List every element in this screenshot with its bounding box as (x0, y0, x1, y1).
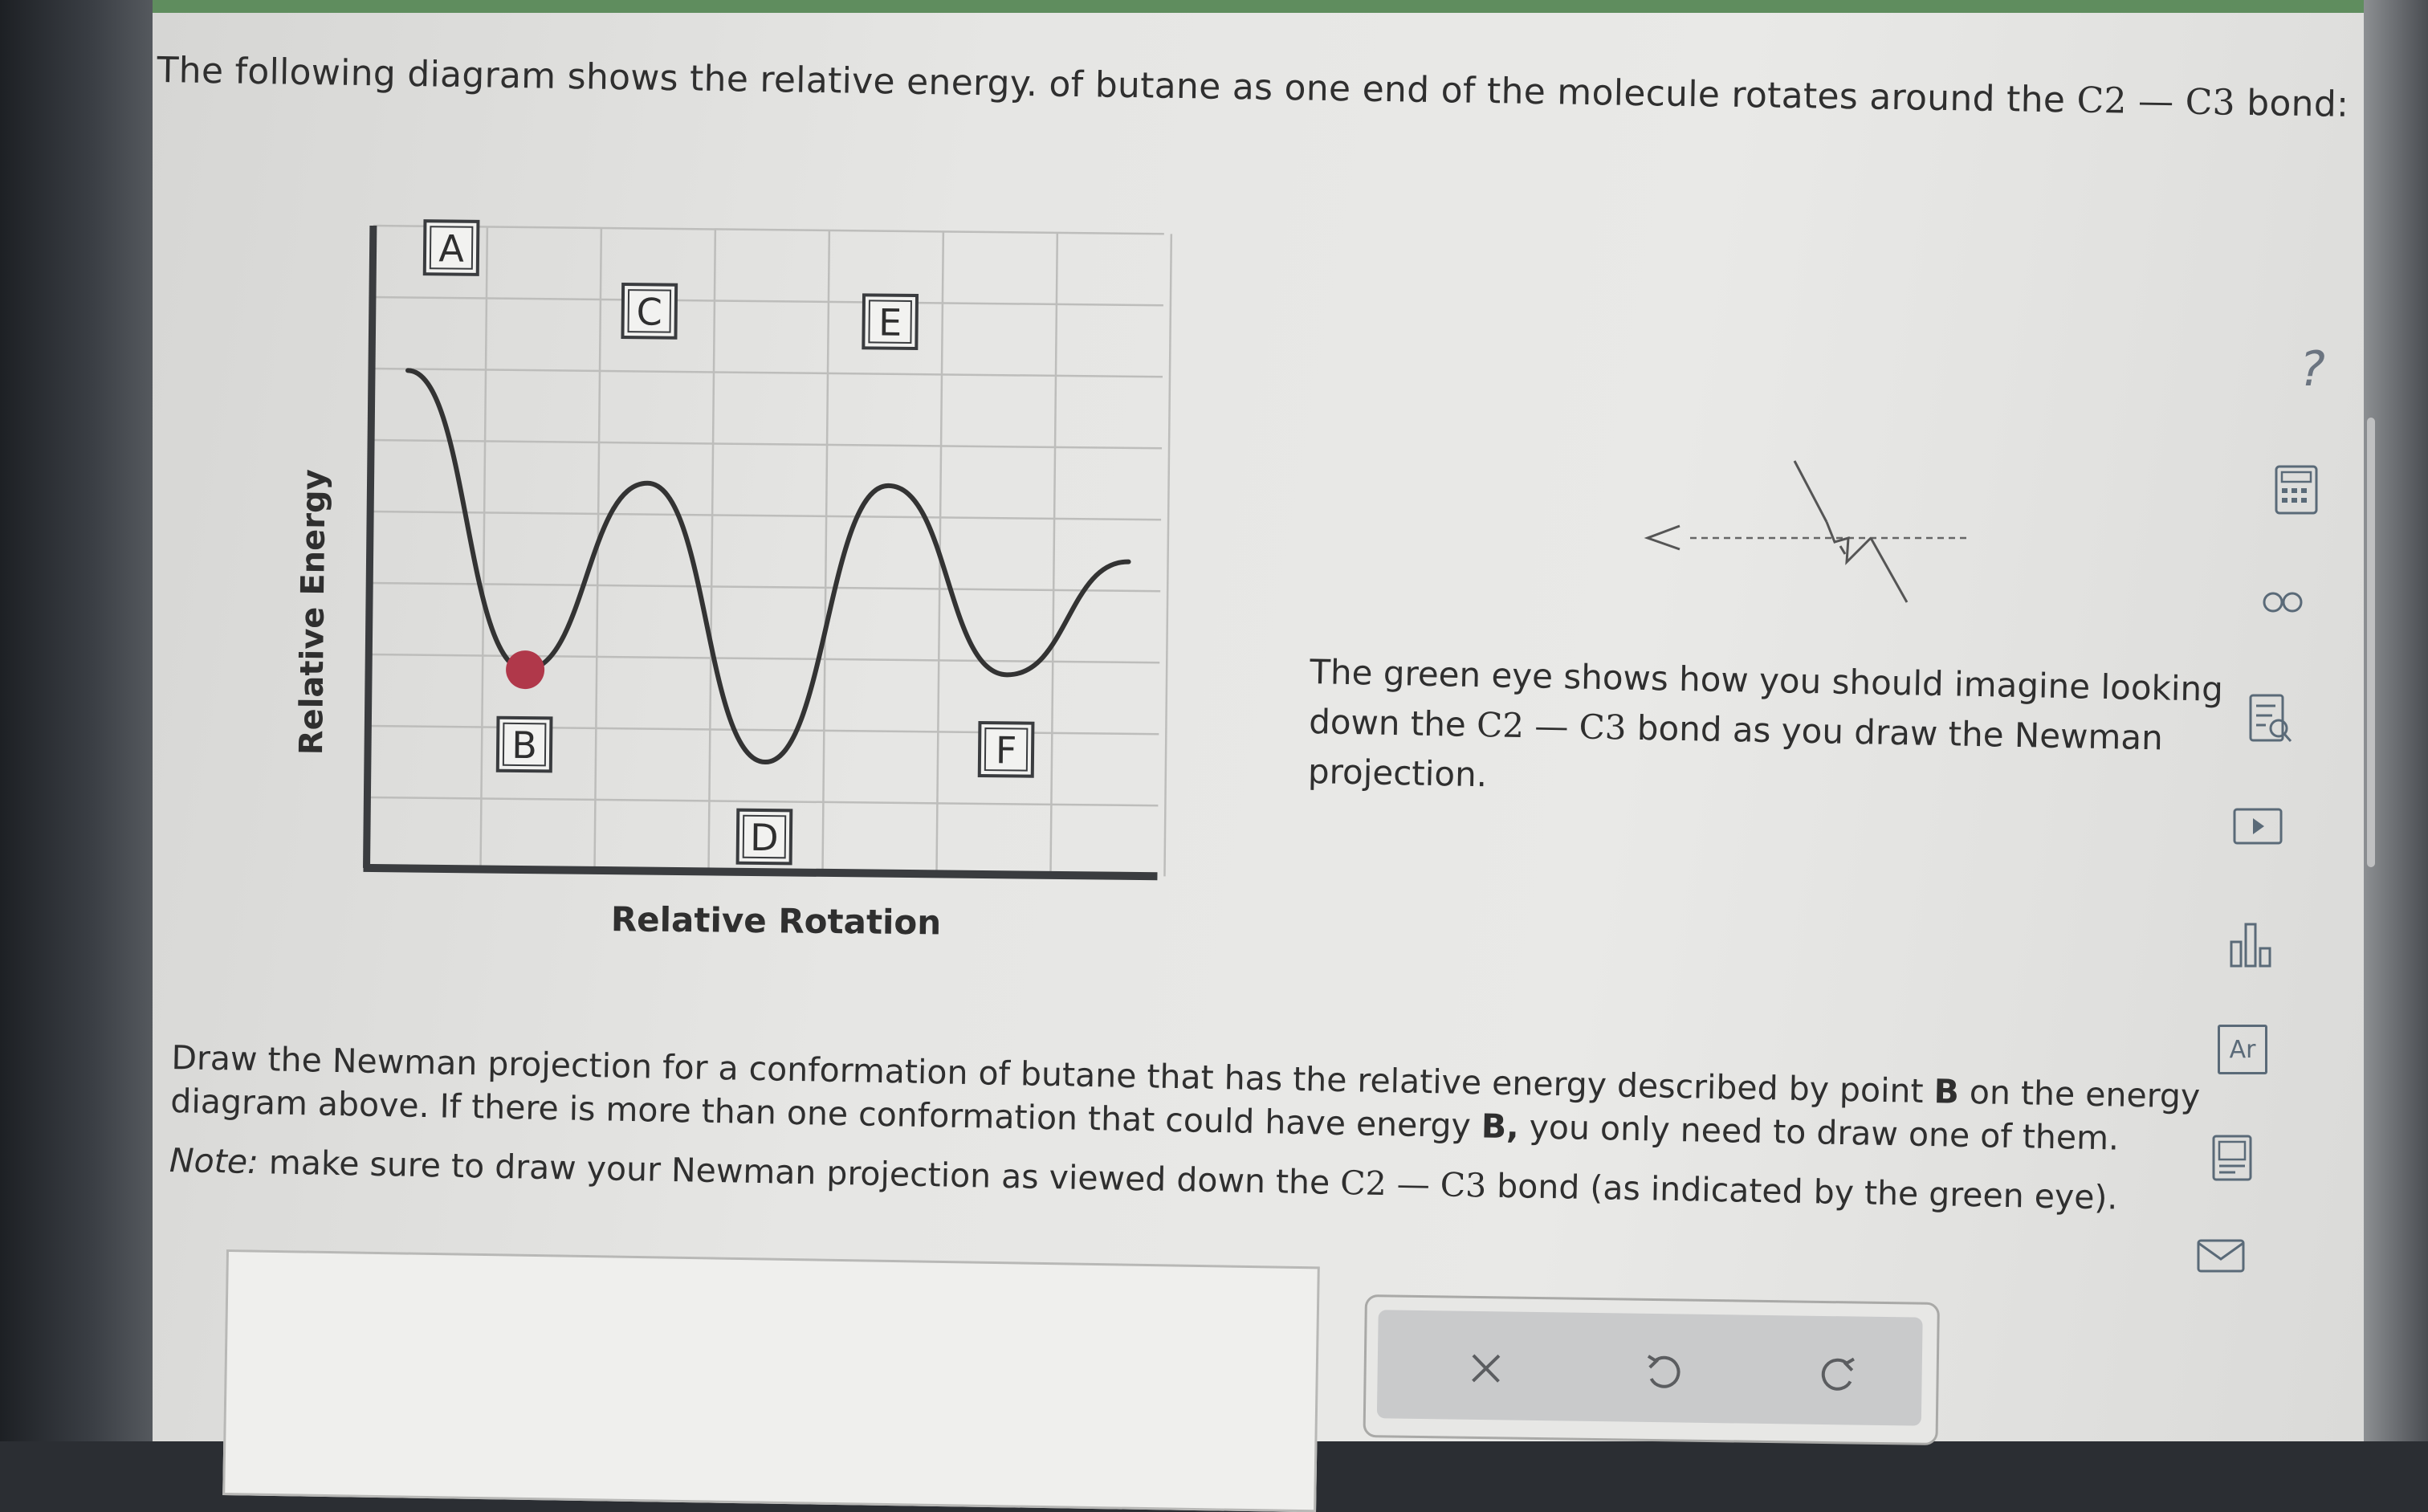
periodic-table-button[interactable]: Ar (2218, 1025, 2267, 1074)
grid-line-vertical (1163, 234, 1173, 877)
butane-sketch (1793, 460, 1909, 603)
point-label-c: C (621, 283, 678, 340)
bar-chart-icon (2230, 923, 2271, 968)
grid-line-vertical (1049, 232, 1059, 875)
point-label-text: D (750, 816, 779, 859)
periodic-table-icon: Ar (2229, 1035, 2256, 1064)
x-axis-label: Relative Rotation (610, 899, 942, 943)
clear-button[interactable] (1449, 1331, 1522, 1404)
infinity-icon (2263, 592, 2303, 613)
bond-formula: C2 — C3 (1476, 704, 1627, 748)
redo-button[interactable] (1803, 1337, 1876, 1410)
eye-explanation: The green eye shows how you should imagi… (1307, 651, 2224, 795)
energy-chart: A B C D E F (363, 219, 1173, 881)
monitor-bezel-left (0, 0, 153, 1441)
calculator-icon (2275, 465, 2318, 515)
grid-line-horizontal (368, 724, 1159, 736)
calculator-button[interactable] (2272, 462, 2320, 518)
redo-icon (1821, 1357, 1855, 1391)
point-label-text: F (996, 728, 1017, 772)
x-axis (363, 863, 1158, 881)
point-label-e: E (862, 293, 919, 351)
grid-line-vertical (707, 229, 717, 872)
energy-curve (405, 368, 1131, 765)
point-labels: A B C D E F (422, 219, 1035, 866)
grid-line-vertical (821, 230, 831, 873)
mail-icon (2197, 1239, 2245, 1273)
side-toolbar: ? Ar (2184, 337, 2344, 1301)
grid-line-horizontal (369, 581, 1161, 593)
grid-line-vertical (479, 226, 489, 870)
help-icon: ? (2300, 341, 2325, 397)
y-axis (363, 225, 377, 868)
video-button[interactable] (2232, 807, 2283, 846)
x-icon (1472, 1354, 1501, 1383)
green-eye-diagram (1644, 460, 1967, 603)
grid-line-horizontal (370, 510, 1162, 521)
data-table-icon (2212, 1135, 2252, 1181)
scrollbar-thumb[interactable] (2367, 418, 2375, 867)
point-label-text: C (636, 290, 662, 333)
drawing-toolbar (1363, 1294, 1940, 1445)
help-button[interactable]: ? (2280, 337, 2344, 401)
grid-line-horizontal (367, 796, 1159, 807)
point-label-a: A (422, 219, 480, 276)
data-button[interactable] (2210, 1132, 2255, 1184)
statistics-button[interactable] (2224, 915, 2280, 972)
grid-line-horizontal (371, 438, 1163, 450)
point-label-text: A (438, 226, 465, 270)
point-label-text: B (511, 723, 537, 767)
point-label-b: B (495, 650, 553, 773)
units-button[interactable] (2255, 586, 2311, 618)
bond-formula: C2 — C3 (2076, 79, 2236, 124)
toolbar-inner (1376, 1310, 1923, 1426)
point-label-d: D (735, 808, 793, 866)
grid-line-horizontal (372, 367, 1163, 378)
undo-icon (1647, 1355, 1680, 1388)
undo-button[interactable] (1626, 1335, 1699, 1408)
chart-grid (365, 224, 1173, 878)
energy-diagram: Relative Energy ABCDEF Relative Rotation (289, 217, 1188, 973)
eye-icon (1644, 524, 1680, 551)
message-button[interactable] (2195, 1237, 2247, 1275)
notes-button[interactable] (2247, 691, 2295, 747)
play-icon (2233, 808, 2283, 845)
point-label-text: E (878, 301, 902, 344)
grid-line-horizontal (373, 224, 1164, 235)
grid-line-horizontal (372, 295, 1163, 307)
point-label-f: F (977, 720, 1035, 778)
drawing-canvas[interactable] (222, 1249, 1320, 1512)
top-bar (153, 0, 2364, 13)
notes-icon (2249, 694, 2292, 742)
